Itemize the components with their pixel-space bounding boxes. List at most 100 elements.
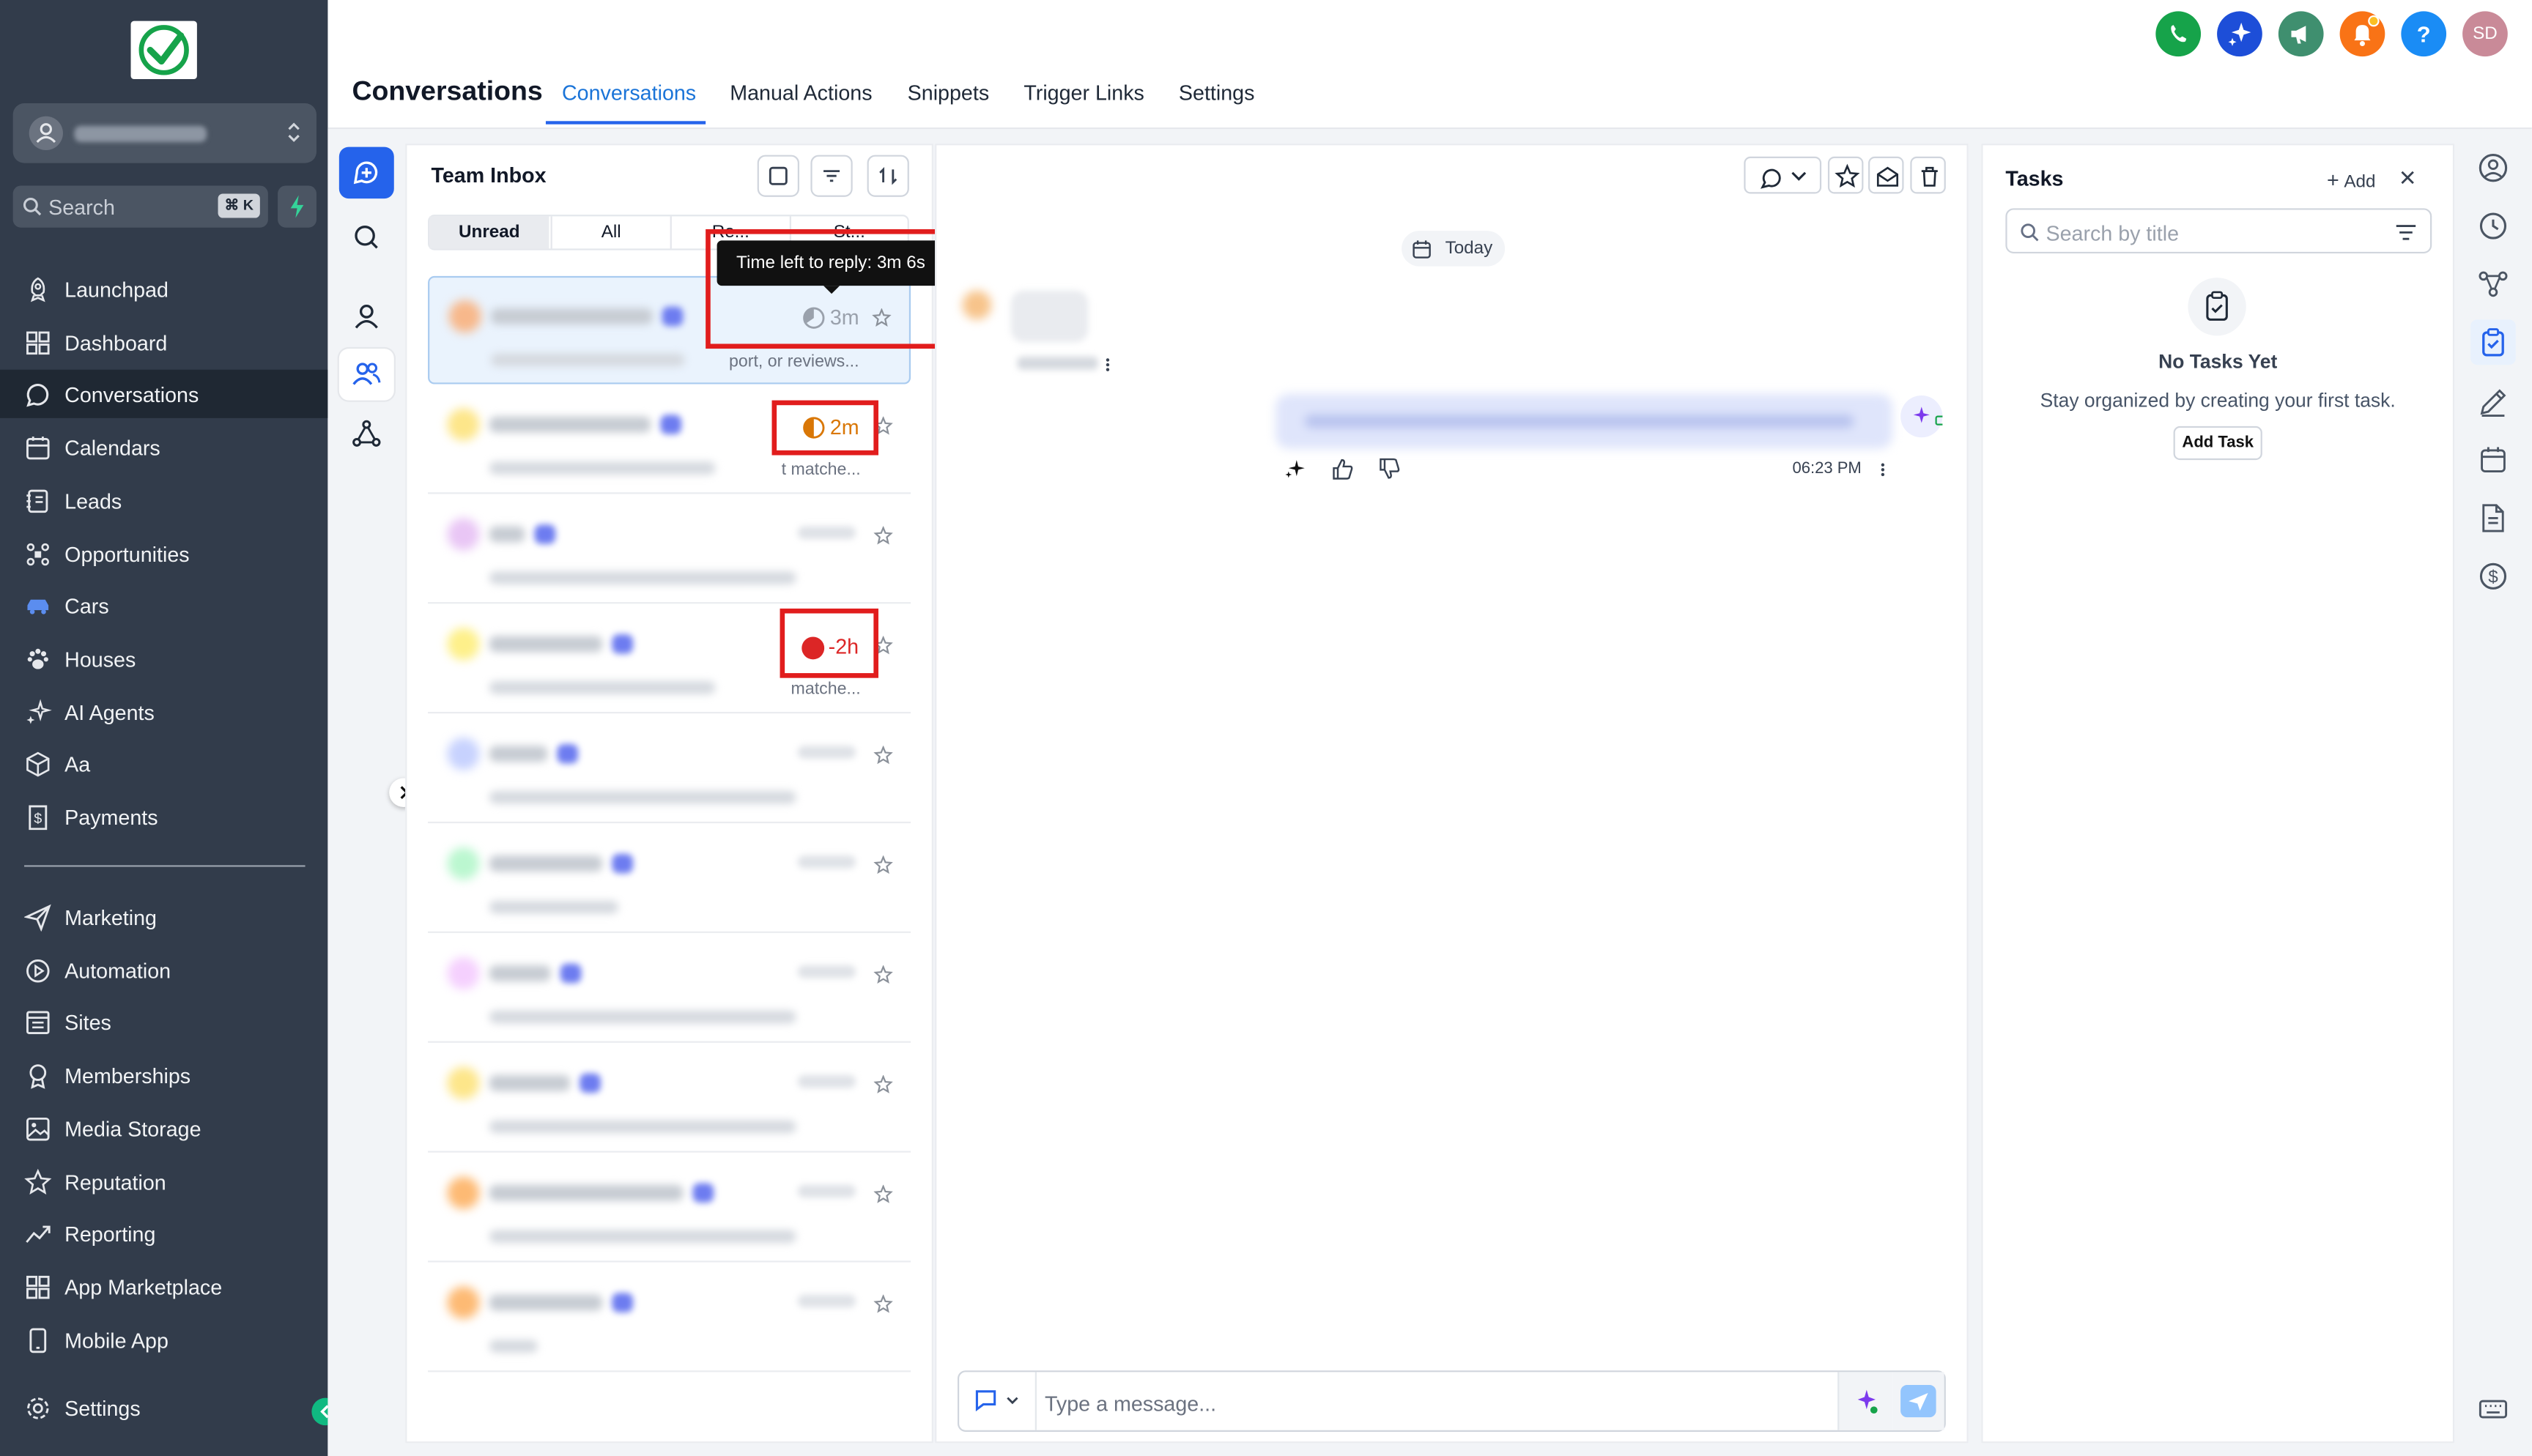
compose-button[interactable] bbox=[338, 146, 394, 199]
message-preview-text: port, or reviews... bbox=[729, 352, 859, 371]
tab-trigger-links[interactable]: Trigger Links bbox=[1023, 81, 1144, 105]
announcements-button[interactable] bbox=[2278, 11, 2324, 57]
user-avatar[interactable]: SD bbox=[2462, 11, 2508, 57]
workflow-icon[interactable] bbox=[339, 409, 394, 461]
sidebar-item-ai-agents[interactable]: AI Agents bbox=[0, 687, 327, 735]
notes-icon[interactable] bbox=[2476, 385, 2511, 420]
sidebar-item-automation[interactable]: Automation bbox=[0, 946, 327, 994]
tab-conversations[interactable]: Conversations bbox=[562, 81, 696, 105]
send-button[interactable] bbox=[1892, 1372, 1944, 1430]
channel-select[interactable] bbox=[1744, 156, 1822, 194]
sidebar-search[interactable]: Search ⌘ K bbox=[12, 185, 268, 228]
grid-icon bbox=[24, 329, 51, 356]
sidebar-item-leads[interactable]: Leads bbox=[0, 476, 327, 524]
filter-tab-all[interactable]: All bbox=[550, 216, 670, 249]
svg-text:$: $ bbox=[2488, 568, 2498, 587]
tab-snippets[interactable]: Snippets bbox=[908, 81, 990, 105]
sidebar-item-opportunities[interactable]: Opportunities bbox=[0, 529, 327, 577]
star-icon[interactable] bbox=[873, 526, 893, 546]
active-tab-indicator bbox=[545, 121, 706, 125]
location-switcher[interactable] bbox=[12, 103, 316, 163]
sidebar-item-reporting[interactable]: Reporting bbox=[0, 1209, 327, 1258]
close-icon[interactable] bbox=[2398, 168, 2417, 187]
keyboard-icon[interactable] bbox=[2476, 1392, 2511, 1427]
sidebar-item-launchpad[interactable]: Launchpad bbox=[0, 264, 327, 313]
sort-button[interactable] bbox=[867, 155, 909, 197]
conversation-row[interactable] bbox=[428, 495, 911, 604]
ai-compose-icon[interactable] bbox=[1837, 1372, 1893, 1430]
contact-avatar bbox=[447, 847, 480, 880]
filter-tab-unread[interactable]: Unread bbox=[429, 216, 549, 249]
sidebar-item-settings[interactable]: Settings bbox=[0, 1383, 327, 1432]
add-task-button[interactable]: Add Task bbox=[2173, 426, 2262, 461]
channel-tag-blurred bbox=[612, 1293, 633, 1312]
tab-settings[interactable]: Settings bbox=[1179, 81, 1255, 105]
notifications-button[interactable] bbox=[2339, 11, 2385, 57]
history-icon[interactable] bbox=[2476, 208, 2511, 243]
message-input[interactable]: Type a message... bbox=[1045, 1392, 1216, 1416]
sidebar-item-label: Mobile App bbox=[64, 1327, 169, 1353]
appointments-icon[interactable] bbox=[2476, 442, 2511, 478]
star-icon[interactable] bbox=[873, 746, 893, 765]
add-task-link[interactable]: + Add bbox=[2327, 168, 2375, 192]
sidebar-item-label: AI Agents bbox=[64, 699, 155, 724]
sidebar-item-sites[interactable]: Sites bbox=[0, 998, 327, 1047]
sidebar-item-dashboard[interactable]: Dashboard bbox=[0, 317, 327, 365]
conversation-row[interactable] bbox=[428, 825, 911, 933]
filter-button[interactable] bbox=[810, 155, 853, 197]
sidebar-item-aa[interactable]: Aa bbox=[0, 740, 327, 788]
rail-search-icon[interactable] bbox=[339, 212, 394, 264]
company-logo[interactable] bbox=[130, 21, 197, 79]
thumbs-down-icon[interactable] bbox=[1377, 457, 1402, 481]
my-conversations-icon[interactable] bbox=[339, 291, 394, 343]
sidebar-item-conversations[interactable]: Conversations bbox=[0, 370, 328, 419]
conversation-row[interactable] bbox=[428, 1154, 911, 1263]
task-search-input[interactable]: Search by title bbox=[2005, 208, 2432, 254]
sidebar-item-calendars[interactable]: Calendars bbox=[0, 423, 327, 472]
ai-assistant-button[interactable] bbox=[2217, 11, 2262, 57]
automation-icon[interactable] bbox=[2476, 267, 2511, 302]
sidebar-item-mobile-app[interactable]: Mobile App bbox=[0, 1315, 327, 1363]
phone-button[interactable] bbox=[2155, 11, 2202, 57]
star-icon[interactable] bbox=[873, 1184, 893, 1204]
documents-icon[interactable] bbox=[2476, 500, 2511, 535]
message-menu-icon[interactable] bbox=[1105, 357, 1111, 373]
star-icon[interactable] bbox=[873, 855, 893, 874]
sidebar-item-media-storage[interactable]: Media Storage bbox=[0, 1104, 327, 1152]
help-button[interactable]: ? bbox=[2401, 11, 2447, 57]
channel-picker-icon[interactable] bbox=[959, 1372, 1037, 1430]
tasks-icon[interactable] bbox=[2470, 319, 2516, 365]
message-menu-icon[interactable] bbox=[1879, 461, 1886, 478]
calendar-icon bbox=[24, 434, 51, 461]
conversation-row[interactable] bbox=[428, 1263, 911, 1373]
mark-read-button[interactable] bbox=[1868, 156, 1904, 194]
sidebar-item-label: Houses bbox=[64, 647, 136, 672]
filter-icon[interactable] bbox=[2395, 221, 2418, 244]
contact-profile-icon[interactable] bbox=[2476, 150, 2511, 185]
conversation-row[interactable] bbox=[428, 935, 911, 1043]
date-divider-label: Today bbox=[1445, 239, 1493, 259]
sidebar-item-reputation[interactable]: Reputation bbox=[0, 1156, 327, 1205]
sidebar-item-app-marketplace[interactable]: App Marketplace bbox=[0, 1262, 327, 1310]
star-icon[interactable] bbox=[873, 1074, 893, 1094]
message-preview-blurred bbox=[489, 1010, 796, 1024]
sidebar-item-houses[interactable]: Houses bbox=[0, 634, 327, 683]
tab-manual-actions[interactable]: Manual Actions bbox=[730, 81, 872, 105]
delete-button[interactable] bbox=[1910, 156, 1946, 194]
ai-sparkle-icon[interactable] bbox=[1284, 457, 1306, 480]
sidebar-item-cars[interactable]: Cars bbox=[0, 582, 327, 630]
team-inbox-icon[interactable] bbox=[338, 349, 394, 401]
sidebar-item-payments[interactable]: $ Payments bbox=[0, 792, 327, 841]
contact-avatar bbox=[447, 628, 480, 661]
star-icon[interactable] bbox=[873, 965, 893, 984]
conversation-row[interactable] bbox=[428, 1044, 911, 1153]
star-conversation-button[interactable] bbox=[1827, 156, 1864, 194]
select-all-checkbox[interactable] bbox=[757, 155, 799, 197]
sidebar-item-marketing[interactable]: Marketing bbox=[0, 893, 327, 941]
sidebar-item-memberships[interactable]: Memberships bbox=[0, 1051, 327, 1099]
quick-action-button[interactable] bbox=[278, 185, 316, 228]
conversation-row[interactable] bbox=[428, 715, 911, 824]
thumbs-up-icon[interactable] bbox=[1330, 457, 1355, 481]
payments-icon[interactable]: $ bbox=[2476, 559, 2511, 594]
star-icon[interactable] bbox=[873, 1294, 893, 1314]
